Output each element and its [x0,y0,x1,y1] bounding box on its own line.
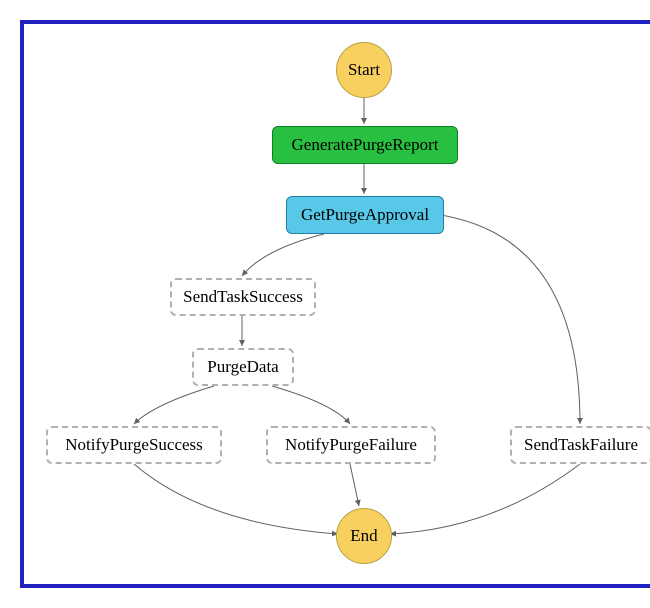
send-task-success-node: SendTaskSuccess [170,278,316,316]
end-node: End [336,508,392,564]
send-task-failure-node: SendTaskFailure [510,426,650,464]
edges-layer [24,24,650,584]
flowchart-canvas: Start GeneratePurgeReport GetPurgeApprov… [20,20,650,588]
notify-purge-failure-node: NotifyPurgeFailure [266,426,436,464]
end-label: End [350,526,377,546]
get-purge-approval-node: GetPurgeApproval [286,196,444,234]
send-failure-label: SendTaskFailure [524,435,638,455]
start-node: Start [336,42,392,98]
notify-purge-success-node: NotifyPurgeSuccess [46,426,222,464]
send-success-label: SendTaskSuccess [183,287,303,307]
notify-success-label: NotifyPurgeSuccess [65,435,203,455]
start-label: Start [348,60,380,80]
generate-purge-report-node: GeneratePurgeReport [272,126,458,164]
approval-label: GetPurgeApproval [301,205,429,225]
generate-label: GeneratePurgeReport [292,135,439,155]
notify-failure-label: NotifyPurgeFailure [285,435,417,455]
purge-data-label: PurgeData [207,357,278,377]
purge-data-node: PurgeData [192,348,294,386]
